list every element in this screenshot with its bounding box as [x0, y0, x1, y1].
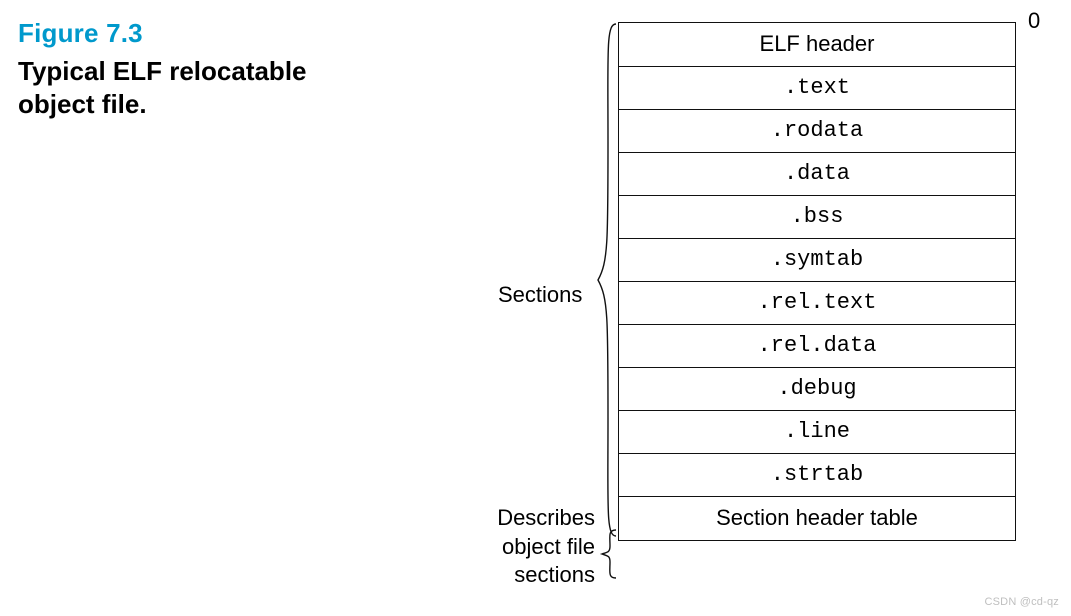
figure-title: Typical ELF relocatable object file.	[18, 55, 378, 120]
row-rel-text-section: .rel.text	[618, 282, 1016, 325]
brace-sections-icon	[596, 22, 618, 538]
describes-label: Describes object file sections	[485, 504, 595, 590]
watermark-text: CSDN @cd-qz	[985, 596, 1060, 608]
figure-caption: Figure 7.3 Typical ELF relocatable objec…	[18, 18, 378, 120]
row-data-section: .data	[618, 153, 1016, 196]
row-elf-header: ELF header	[618, 22, 1016, 67]
offset-zero-label: 0	[1028, 8, 1040, 34]
row-symtab-section: .symtab	[618, 239, 1016, 282]
row-text-section: .text	[618, 67, 1016, 110]
row-line-section: .line	[618, 411, 1016, 454]
row-rel-data-section: .rel.data	[618, 325, 1016, 368]
row-strtab-section: .strtab	[618, 454, 1016, 497]
row-section-header-table: Section header table	[618, 497, 1016, 541]
row-debug-section: .debug	[618, 368, 1016, 411]
figure-label: Figure 7.3	[18, 18, 378, 49]
row-bss-section: .bss	[618, 196, 1016, 239]
row-rodata-section: .rodata	[618, 110, 1016, 153]
elf-layout-table: ELF header .text .rodata .data .bss .sym…	[618, 22, 1018, 541]
figure-page: Figure 7.3 Typical ELF relocatable objec…	[0, 0, 1071, 616]
sections-label: Sections	[498, 282, 582, 308]
brace-describes-icon	[598, 528, 618, 580]
